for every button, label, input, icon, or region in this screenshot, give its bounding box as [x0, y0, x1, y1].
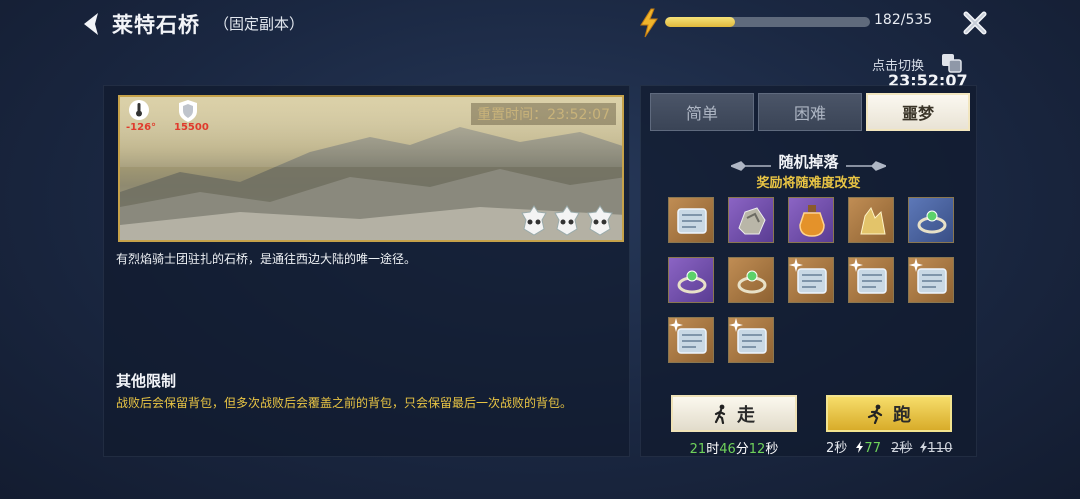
walk-minutes: 46: [719, 442, 736, 457]
run-cost-info: 2秒 77 2秒 110: [826, 437, 952, 456]
drop-item[interactable]: [668, 317, 714, 363]
run-button[interactable]: 跑: [826, 395, 952, 432]
back-arrow-icon[interactable]: [78, 10, 106, 38]
ice-scroll-icon: [677, 208, 707, 234]
drop-item[interactable]: [848, 197, 894, 243]
drop-item[interactable]: [728, 257, 774, 303]
drop-item[interactable]: [848, 257, 894, 303]
defense-value: 15500: [174, 122, 209, 133]
minutes-unit: 分: [735, 442, 749, 457]
shield-icon: [177, 99, 199, 123]
tab-easy[interactable]: 简单: [650, 93, 754, 131]
close-icon[interactable]: [962, 10, 988, 36]
run-energy-cost: 77: [864, 441, 881, 456]
thermometer-icon: [128, 99, 150, 121]
dungeon-type-label: （固定副本）: [214, 15, 305, 33]
drop-item[interactable]: [728, 197, 774, 243]
dungeon-scene-image: -126° 15500 重置时间：23:52:07: [118, 95, 624, 242]
skull-icon: [520, 205, 548, 237]
lightning-icon: [638, 8, 660, 38]
drops-subtitle: 奖励将随难度改变: [756, 176, 861, 191]
drop-item[interactable]: [668, 197, 714, 243]
run-old-duration: 2秒: [891, 441, 913, 456]
walking-figure-icon: [714, 404, 726, 424]
drop-item[interactable]: [908, 257, 954, 303]
drops-heading: 随机掉落: [778, 153, 839, 171]
walk-label: 走: [737, 404, 755, 426]
temperature-value: -126°: [126, 122, 157, 133]
drop-item[interactable]: [908, 197, 954, 243]
gem-ring-icon: [677, 270, 707, 294]
run-label: 跑: [893, 404, 911, 426]
gold-crystal-icon: [860, 206, 886, 235]
walk-hours: 21: [689, 442, 707, 457]
seconds-unit: 秒: [765, 442, 779, 457]
drop-item[interactable]: [788, 197, 834, 243]
run-duration: 2秒: [826, 441, 848, 456]
walk-duration: 21时46分12秒: [671, 438, 797, 457]
sparkle-icon: [669, 318, 683, 332]
lightning-icon: [919, 441, 927, 453]
limits-heading: 其他限制: [116, 372, 177, 390]
crystal-ore-icon: [738, 207, 766, 235]
drop-item[interactable]: [668, 257, 714, 303]
hours-unit: 时: [706, 442, 720, 457]
running-figure-icon: [867, 404, 883, 424]
walk-button[interactable]: 走: [671, 395, 797, 432]
tab-nightmare[interactable]: 噩梦: [866, 93, 970, 131]
dungeon-description: 有烈焰骑士团驻扎的石桥，是通往西边大陆的唯一途径。: [116, 252, 417, 266]
walk-seconds: 12: [748, 442, 766, 457]
sparkle-icon: [729, 318, 743, 332]
ornament-right-icon: [846, 156, 889, 171]
gem-ring-icon: [737, 270, 767, 294]
skull-icon: [586, 205, 614, 237]
gem-ring-icon: [917, 210, 947, 234]
sparkle-icon: [849, 258, 863, 272]
run-old-energy-cost: 110: [927, 441, 953, 456]
reset-timer: 重置时间：23:52:07: [471, 103, 616, 125]
energy-bar: [665, 17, 870, 27]
drop-item[interactable]: [728, 317, 774, 363]
energy-bar-fill: [665, 17, 735, 27]
page-title: 莱特石桥: [112, 13, 200, 37]
sparkle-icon: [789, 258, 803, 272]
limits-text: 战败后会保留背包，但多次战败后会覆盖之前的背包，只会保留最后一次战败的背包。: [116, 396, 573, 410]
energy-count: 182/535: [874, 12, 933, 28]
sparkle-icon: [909, 258, 923, 272]
potion-bottle-icon: [799, 205, 825, 237]
tab-hard[interactable]: 困难: [758, 93, 862, 131]
drop-item[interactable]: [788, 257, 834, 303]
skull-icon: [553, 205, 581, 237]
